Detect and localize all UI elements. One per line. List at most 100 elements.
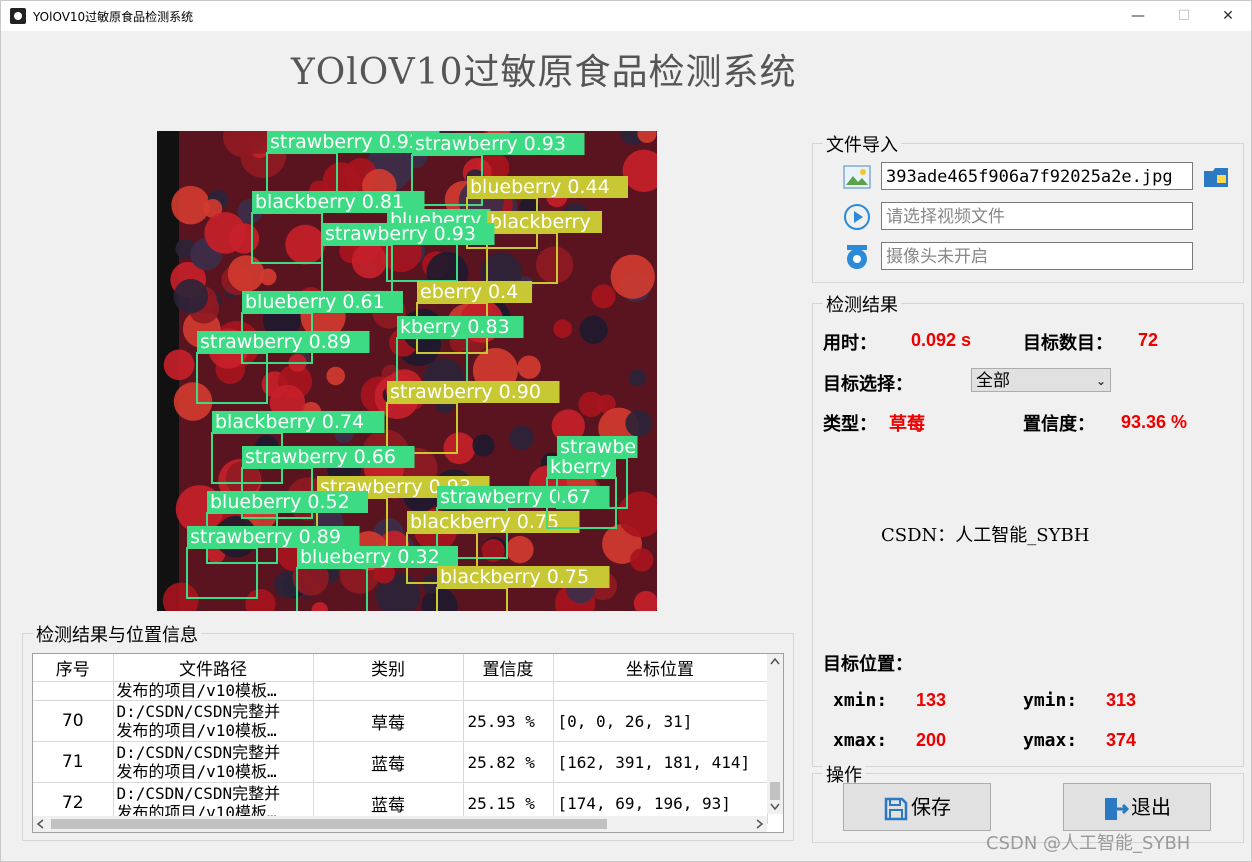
title-bar: YOlOV10过敏原食品检测系统 — ☐ ✕ <box>1 1 1251 31</box>
horizontal-scroll-arrows <box>36 819 764 829</box>
header-class[interactable]: 类别 <box>313 654 464 682</box>
app-window: YOlOV10过敏原食品检测系统 — ☐ ✕ YOlOV10过敏原食品检测系统 … <box>0 0 1252 862</box>
time-value: 0.092 s <box>911 330 972 350</box>
detection-label: blueberry 0.44 <box>470 176 610 198</box>
video-play-icon[interactable] <box>843 203 871 231</box>
header-path[interactable]: 文件路径 <box>113 654 314 682</box>
type-label: 类型： <box>823 414 877 435</box>
table-cell-index: 71 <box>33 741 114 783</box>
image-file-icon[interactable] <box>843 163 871 191</box>
table-cell <box>553 681 768 701</box>
credit-text: CSDN：人工智能_SYBH <box>881 525 1090 546</box>
detection-label: kberry <box>550 456 611 478</box>
detection-label: strawberry 0.89 <box>200 331 351 353</box>
folder-open-icon[interactable] <box>1202 163 1230 191</box>
xmin-label: xmin: <box>833 690 888 711</box>
header-position[interactable]: 坐标位置 <box>553 654 768 682</box>
table-cell <box>463 681 554 701</box>
detection-label: strawberry 0.67 <box>440 486 591 508</box>
maximize-button[interactable]: ☐ <box>1161 1 1207 31</box>
detection-label: eberry 0.4 <box>420 281 518 303</box>
results-table-grid: 序号 文件路径 类别 置信度 坐标位置 发布的项目/v10模板… 70 D:/C… <box>33 654 768 824</box>
ymax-value: 374 <box>1106 730 1137 750</box>
table-cell-position: [0, 0, 26, 31] <box>553 700 768 742</box>
exit-label: 退出 <box>1131 795 1171 819</box>
detection-label: strawberry 0.93 <box>270 131 421 153</box>
time-label: 用时： <box>823 333 877 354</box>
detection-label: strawberry 0.66 <box>245 446 396 468</box>
xmax-value: 200 <box>916 730 947 750</box>
ymin-value: 313 <box>1106 690 1137 710</box>
detection-label: blueberry 0.61 <box>245 291 385 313</box>
type-value: 草莓 <box>889 414 925 434</box>
table-cell-path: 发布的项目/v10模板… <box>113 681 314 701</box>
path-line-2: 发布的项目/v10模板… <box>116 762 277 781</box>
xmax-label: xmax: <box>833 730 888 751</box>
app-icon <box>10 8 26 24</box>
table-cell-path: D:/CSDN/CSDN完整并 发布的项目/v10模板… <box>113 741 314 783</box>
ymax-label: ymax: <box>1023 730 1078 751</box>
table-header-row: 序号 文件路径 类别 置信度 坐标位置 <box>33 654 768 682</box>
table-horizontal-scrollbar[interactable] <box>33 816 767 832</box>
camera-status-field[interactable]: 摄像头未开启 <box>881 242 1193 270</box>
detection-overlay: strawberry 0.93 strawberry 0.93 blueberry … <box>157 131 657 611</box>
table-cell-confidence: 25.93 % <box>463 700 554 742</box>
file-import-title: 文件导入 <box>823 131 901 157</box>
table-row[interactable]: 71 D:/CSDN/CSDN完整并 发布的项目/v10模板… 蓝莓 25.82 … <box>33 741 768 783</box>
watermark: CSDN @人工智能_SYBH <box>986 833 1191 854</box>
count-value: 72 <box>1138 330 1159 350</box>
target-select[interactable]: 全部 ⌄ <box>971 368 1111 392</box>
confidence-label: 置信度： <box>1023 414 1095 435</box>
window-title: YOlOV10过敏原食品检测系统 <box>33 10 194 24</box>
save-label: 保存 <box>911 795 951 819</box>
detection-results-title: 检测结果 <box>823 291 901 317</box>
detection-label: strawberry 0.93 <box>325 223 476 245</box>
results-table[interactable]: 序号 文件路径 类别 置信度 坐标位置 发布的项目/v10模板… 70 D:/C… <box>32 653 784 833</box>
count-label: 目标数目： <box>1023 333 1113 354</box>
table-row[interactable]: 70 D:/CSDN/CSDN完整并 发布的项目/v10模板… 草莓 25.93 … <box>33 700 768 742</box>
minimize-button[interactable]: — <box>1115 1 1161 31</box>
detection-label: strawberry 0.89 <box>190 526 341 548</box>
path-line-1: D:/CSDN/CSDN完整并 <box>116 743 281 762</box>
save-button[interactable]: 保存 <box>843 783 991 831</box>
target-position-label: 目标位置： <box>823 654 913 675</box>
target-select-value: 全部 <box>976 371 1010 391</box>
exit-button[interactable]: 退出 <box>1063 783 1211 831</box>
detection-label: blueberry 0.32 <box>300 546 440 568</box>
table-cell-confidence: 25.82 % <box>463 741 554 783</box>
table-title: 检测结果与位置信息 <box>33 621 201 647</box>
detection-label: kberry 0.83 <box>400 316 510 338</box>
detection-label: strawberry 0.90 <box>390 381 541 403</box>
detection-label: blackberry 0.75 <box>440 566 589 588</box>
detection-label: blackberry 0.81 <box>255 191 404 213</box>
path-line-2: 发布的项目/v10模板… <box>116 721 277 740</box>
target-select-label: 目标选择： <box>823 374 913 395</box>
table-cell-position: [162, 391, 181, 414] <box>553 741 768 783</box>
video-file-field[interactable]: 请选择视频文件 <box>881 202 1193 230</box>
header-index[interactable]: 序号 <box>33 654 114 682</box>
close-button[interactable]: ✕ <box>1205 1 1251 31</box>
ymin-label: ymin: <box>1023 690 1078 711</box>
xmin-value: 133 <box>916 690 947 710</box>
chevron-down-icon: ⌄ <box>1095 374 1106 388</box>
header-confidence[interactable]: 置信度 <box>463 654 554 682</box>
confidence-value: 93.36 % <box>1121 412 1188 432</box>
detection-label: blackberry 0.74 <box>215 411 364 433</box>
save-icon <box>884 797 908 820</box>
table-cell-index: 70 <box>33 700 114 742</box>
vertical-scroll-arrows <box>770 657 780 811</box>
exit-icon <box>1105 797 1129 820</box>
table-cell-path: D:/CSDN/CSDN完整并 发布的项目/v10模板… <box>113 700 314 742</box>
detection-label: blackberry <box>490 211 591 233</box>
detection-label: blackberry 0.75 <box>410 511 559 533</box>
table-vertical-scrollbar[interactable] <box>767 654 783 814</box>
table-cell-class: 蓝莓 <box>313 741 464 783</box>
camera-icon[interactable] <box>843 243 871 271</box>
image-path-field[interactable]: 393ade465f906a7f92025a2e.jpg <box>881 162 1193 190</box>
table-cell <box>313 681 464 701</box>
page-title: YOlOV10过敏原食品检测系统 <box>291 52 797 93</box>
path-line-1: D:/CSDN/CSDN完整并 <box>116 784 281 803</box>
detection-label: strawbe <box>560 436 636 458</box>
table-row-partial[interactable]: 发布的项目/v10模板… <box>33 681 768 701</box>
detection-label: blueberry 0.52 <box>210 491 350 513</box>
